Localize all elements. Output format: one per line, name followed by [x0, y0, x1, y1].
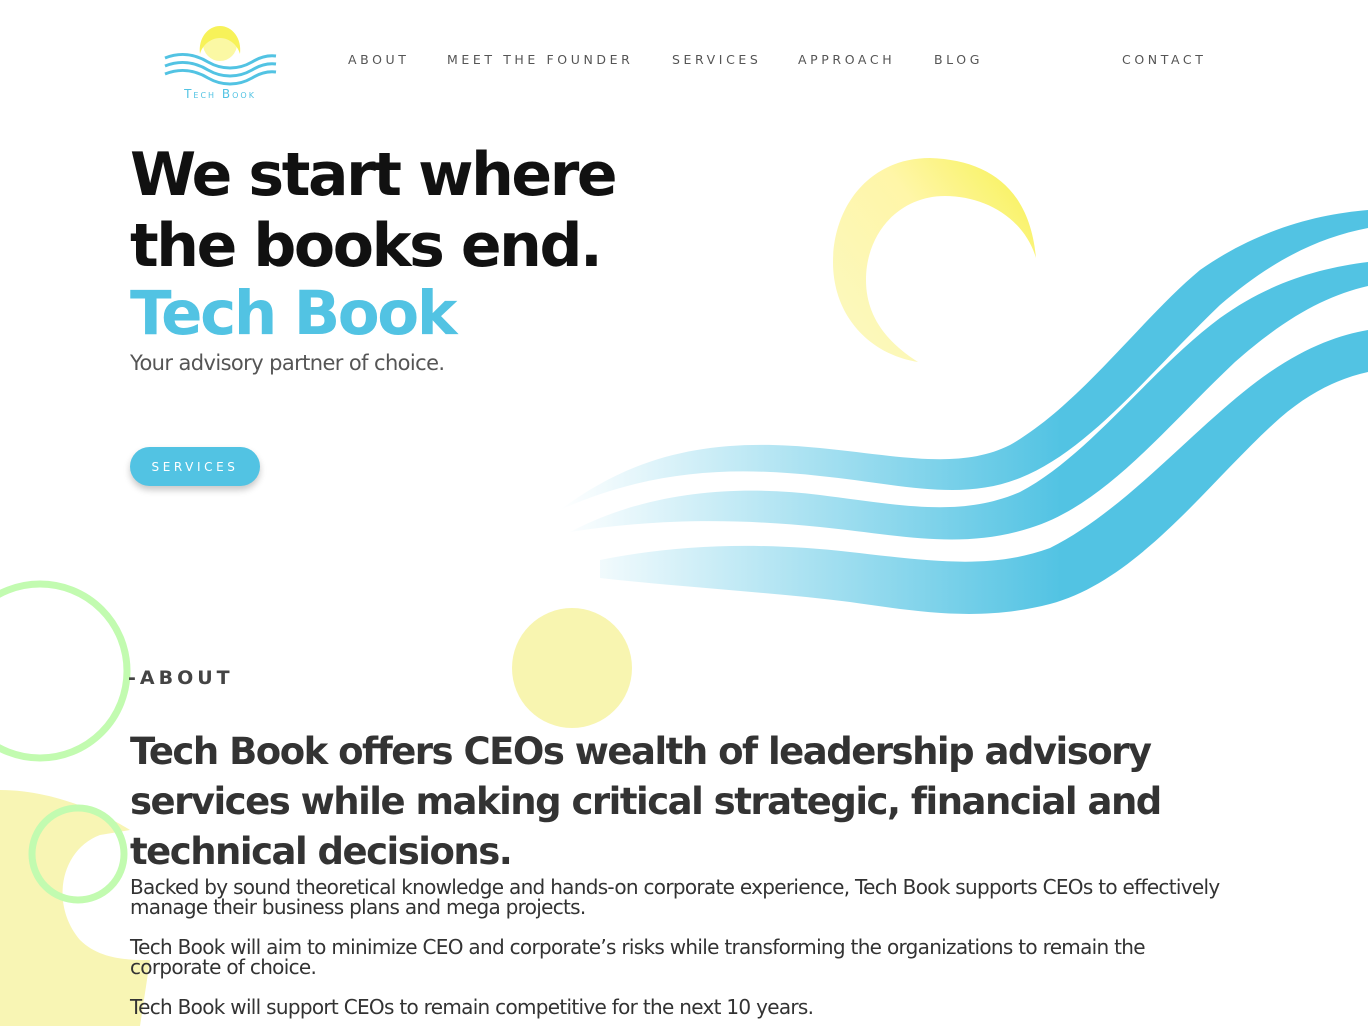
nav-services[interactable]: SERVICES — [672, 52, 761, 67]
green-ring-small-shape — [28, 804, 128, 904]
about-heading: Tech Book offers CEOs wealth of leadersh… — [130, 730, 1162, 873]
yellow-dot-shape — [512, 608, 632, 728]
hero-title: We start where the books end. — [130, 140, 618, 281]
sun-shape — [0, 790, 150, 1026]
hero-subtitle: Your advisory partner of choice. — [130, 351, 445, 375]
about-paragraph-1: Backed by sound theoretical knowledge an… — [130, 875, 1220, 919]
nav-contact[interactable]: CONTACT — [1122, 52, 1206, 67]
nav-approach[interactable]: APPROACH — [798, 52, 895, 67]
crescent-moon-shape — [833, 158, 1036, 362]
hero-brand: Tech Book — [130, 278, 457, 349]
services-button[interactable]: SERVICES — [130, 447, 260, 486]
nav-meet-the-founder[interactable]: MEET THE FOUNDER — [447, 52, 633, 67]
green-ring-large-shape — [0, 580, 131, 762]
nav-about[interactable]: ABOUT — [348, 52, 410, 67]
about-paragraph-3: Tech Book will support CEOs to remain co… — [130, 995, 814, 1019]
nav-blog[interactable]: BLOG — [934, 52, 983, 67]
logo-text: Tech Book — [184, 87, 256, 101]
about-paragraph-2: Tech Book will aim to minimize CEO and c… — [130, 935, 1146, 979]
about-section-label: -ABOUT — [128, 667, 234, 689]
tech-book-logo[interactable]: Tech Book — [160, 20, 280, 106]
